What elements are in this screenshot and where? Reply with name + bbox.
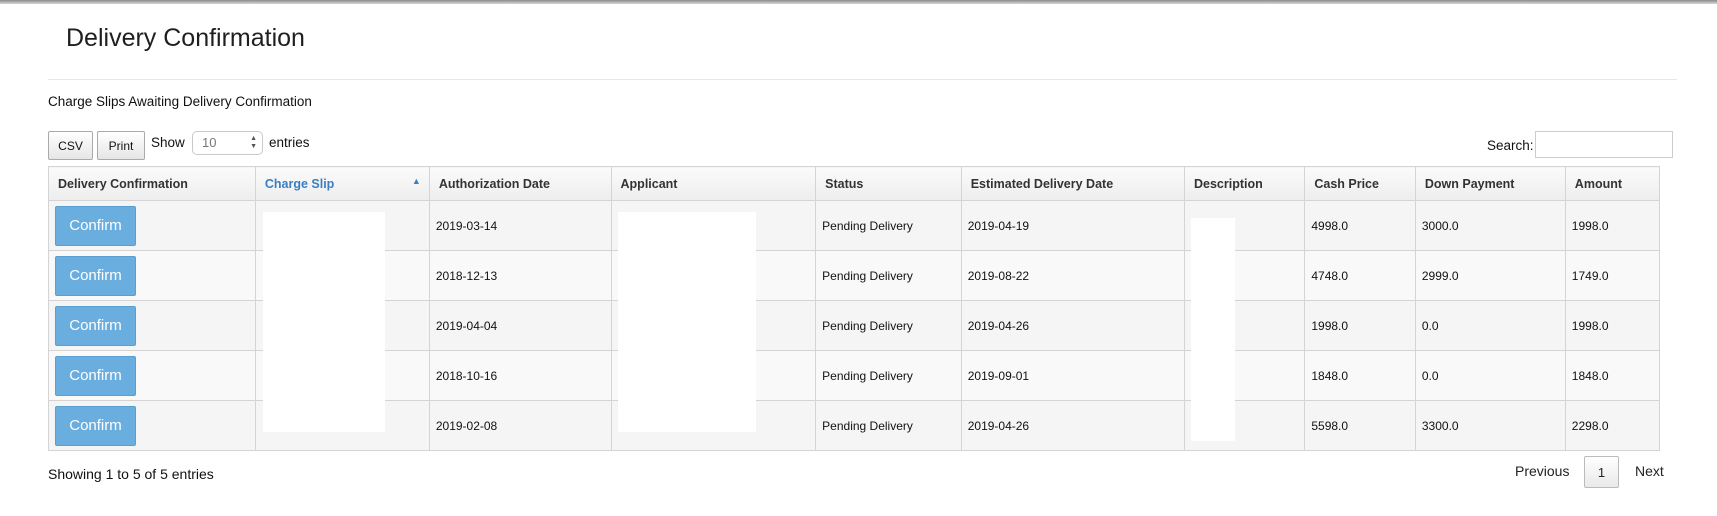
estimated-delivery-date-cell: 2019-04-26 <box>960 400 1185 451</box>
page-title: Delivery Confirmation <box>66 24 305 52</box>
amount-cell: 1998.0 <box>1564 200 1661 251</box>
cash-price-cell: 4998.0 <box>1304 200 1416 251</box>
confirm-cell: Confirm <box>48 350 256 401</box>
down-payment-cell: 2999.0 <box>1414 250 1566 301</box>
authorization-date-cell: 2018-10-16 <box>428 350 612 401</box>
col-header-authorization-date[interactable]: Authorization Date <box>428 166 612 201</box>
redaction-block-applicant <box>618 212 756 432</box>
confirm-button[interactable]: Confirm <box>55 355 136 396</box>
col-header-delivery-confirmation[interactable]: Delivery Confirmation <box>48 166 256 201</box>
col-header-charge-slip[interactable]: Charge Slip ▲ <box>254 166 430 201</box>
show-label: Show <box>151 135 185 150</box>
status-cell: Pending Delivery <box>815 300 962 351</box>
amount-cell: 1998.0 <box>1564 300 1661 351</box>
amount-cell: 1848.0 <box>1564 350 1661 401</box>
print-button[interactable]: Print <box>97 131 145 160</box>
confirm-button[interactable]: Confirm <box>55 255 136 296</box>
amount-cell: 2298.0 <box>1564 400 1661 451</box>
cash-price-cell: 1848.0 <box>1304 350 1416 401</box>
authorization-date-cell: 2019-03-14 <box>428 200 612 251</box>
down-payment-cell: 3300.0 <box>1414 400 1566 451</box>
section-subtitle: Charge Slips Awaiting Delivery Confirmat… <box>48 94 312 109</box>
redaction-block-description <box>1191 218 1235 441</box>
estimated-delivery-date-cell: 2019-04-19 <box>960 200 1185 251</box>
search-input[interactable] <box>1535 131 1673 158</box>
select-arrows-icon: ▲ ▼ <box>250 135 257 150</box>
col-header-cash-price[interactable]: Cash Price <box>1304 166 1416 201</box>
confirm-button[interactable]: Confirm <box>55 205 136 246</box>
authorization-date-cell: 2018-12-13 <box>428 250 612 301</box>
table-info-text: Showing 1 to 5 of 5 entries <box>48 466 214 482</box>
col-header-status[interactable]: Status <box>815 166 962 201</box>
down-payment-cell: 0.0 <box>1414 300 1566 351</box>
status-cell: Pending Delivery <box>815 250 962 301</box>
col-header-applicant[interactable]: Applicant <box>610 166 817 201</box>
pagination-previous[interactable]: Previous <box>1515 463 1569 479</box>
confirm-cell: Confirm <box>48 300 256 351</box>
down-payment-cell: 3000.0 <box>1414 200 1566 251</box>
entries-length-select[interactable]: 10 ▲ ▼ <box>192 131 263 155</box>
entries-length-value: 10 <box>202 135 217 150</box>
cash-price-cell: 1998.0 <box>1304 300 1416 351</box>
sort-ascending-icon: ▲ <box>411 176 421 186</box>
estimated-delivery-date-cell: 2019-04-26 <box>960 300 1185 351</box>
confirm-cell: Confirm <box>48 400 256 451</box>
search-label: Search: <box>1487 138 1534 153</box>
col-header-description[interactable]: Description <box>1183 166 1306 201</box>
window-top-shadow <box>0 0 1717 4</box>
cash-price-cell: 4748.0 <box>1304 250 1416 301</box>
estimated-delivery-date-cell: 2019-08-22 <box>960 250 1185 301</box>
confirm-button[interactable]: Confirm <box>55 405 136 446</box>
confirm-cell: Confirm <box>48 200 256 251</box>
amount-cell: 1749.0 <box>1564 250 1661 301</box>
estimated-delivery-date-cell: 2019-09-01 <box>960 350 1185 401</box>
table-header-row: Delivery Confirmation Charge Slip ▲ Auth… <box>48 166 1661 201</box>
confirm-cell: Confirm <box>48 250 256 301</box>
csv-export-button[interactable]: CSV <box>48 131 93 160</box>
cash-price-cell: 5598.0 <box>1304 400 1416 451</box>
status-cell: Pending Delivery <box>815 200 962 251</box>
authorization-date-cell: 2019-02-08 <box>428 400 612 451</box>
title-divider <box>48 79 1677 80</box>
entries-label: entries <box>269 135 310 150</box>
pagination-next[interactable]: Next <box>1635 463 1664 479</box>
col-header-amount[interactable]: Amount <box>1564 166 1661 201</box>
col-header-down-payment[interactable]: Down Payment <box>1414 166 1566 201</box>
confirm-button[interactable]: Confirm <box>55 305 136 346</box>
col-header-charge-slip-label: Charge Slip <box>264 176 335 191</box>
down-payment-cell: 0.0 <box>1414 350 1566 401</box>
redaction-block-charge-slip <box>263 212 385 432</box>
col-header-estimated-delivery-date[interactable]: Estimated Delivery Date <box>960 166 1185 201</box>
status-cell: Pending Delivery <box>815 400 962 451</box>
pagination-page-1[interactable]: 1 <box>1584 456 1619 488</box>
table-toolbar: CSV Print Show 10 ▲ ▼ entries Search: <box>48 131 1675 161</box>
status-cell: Pending Delivery <box>815 350 962 401</box>
authorization-date-cell: 2019-04-04 <box>428 300 612 351</box>
